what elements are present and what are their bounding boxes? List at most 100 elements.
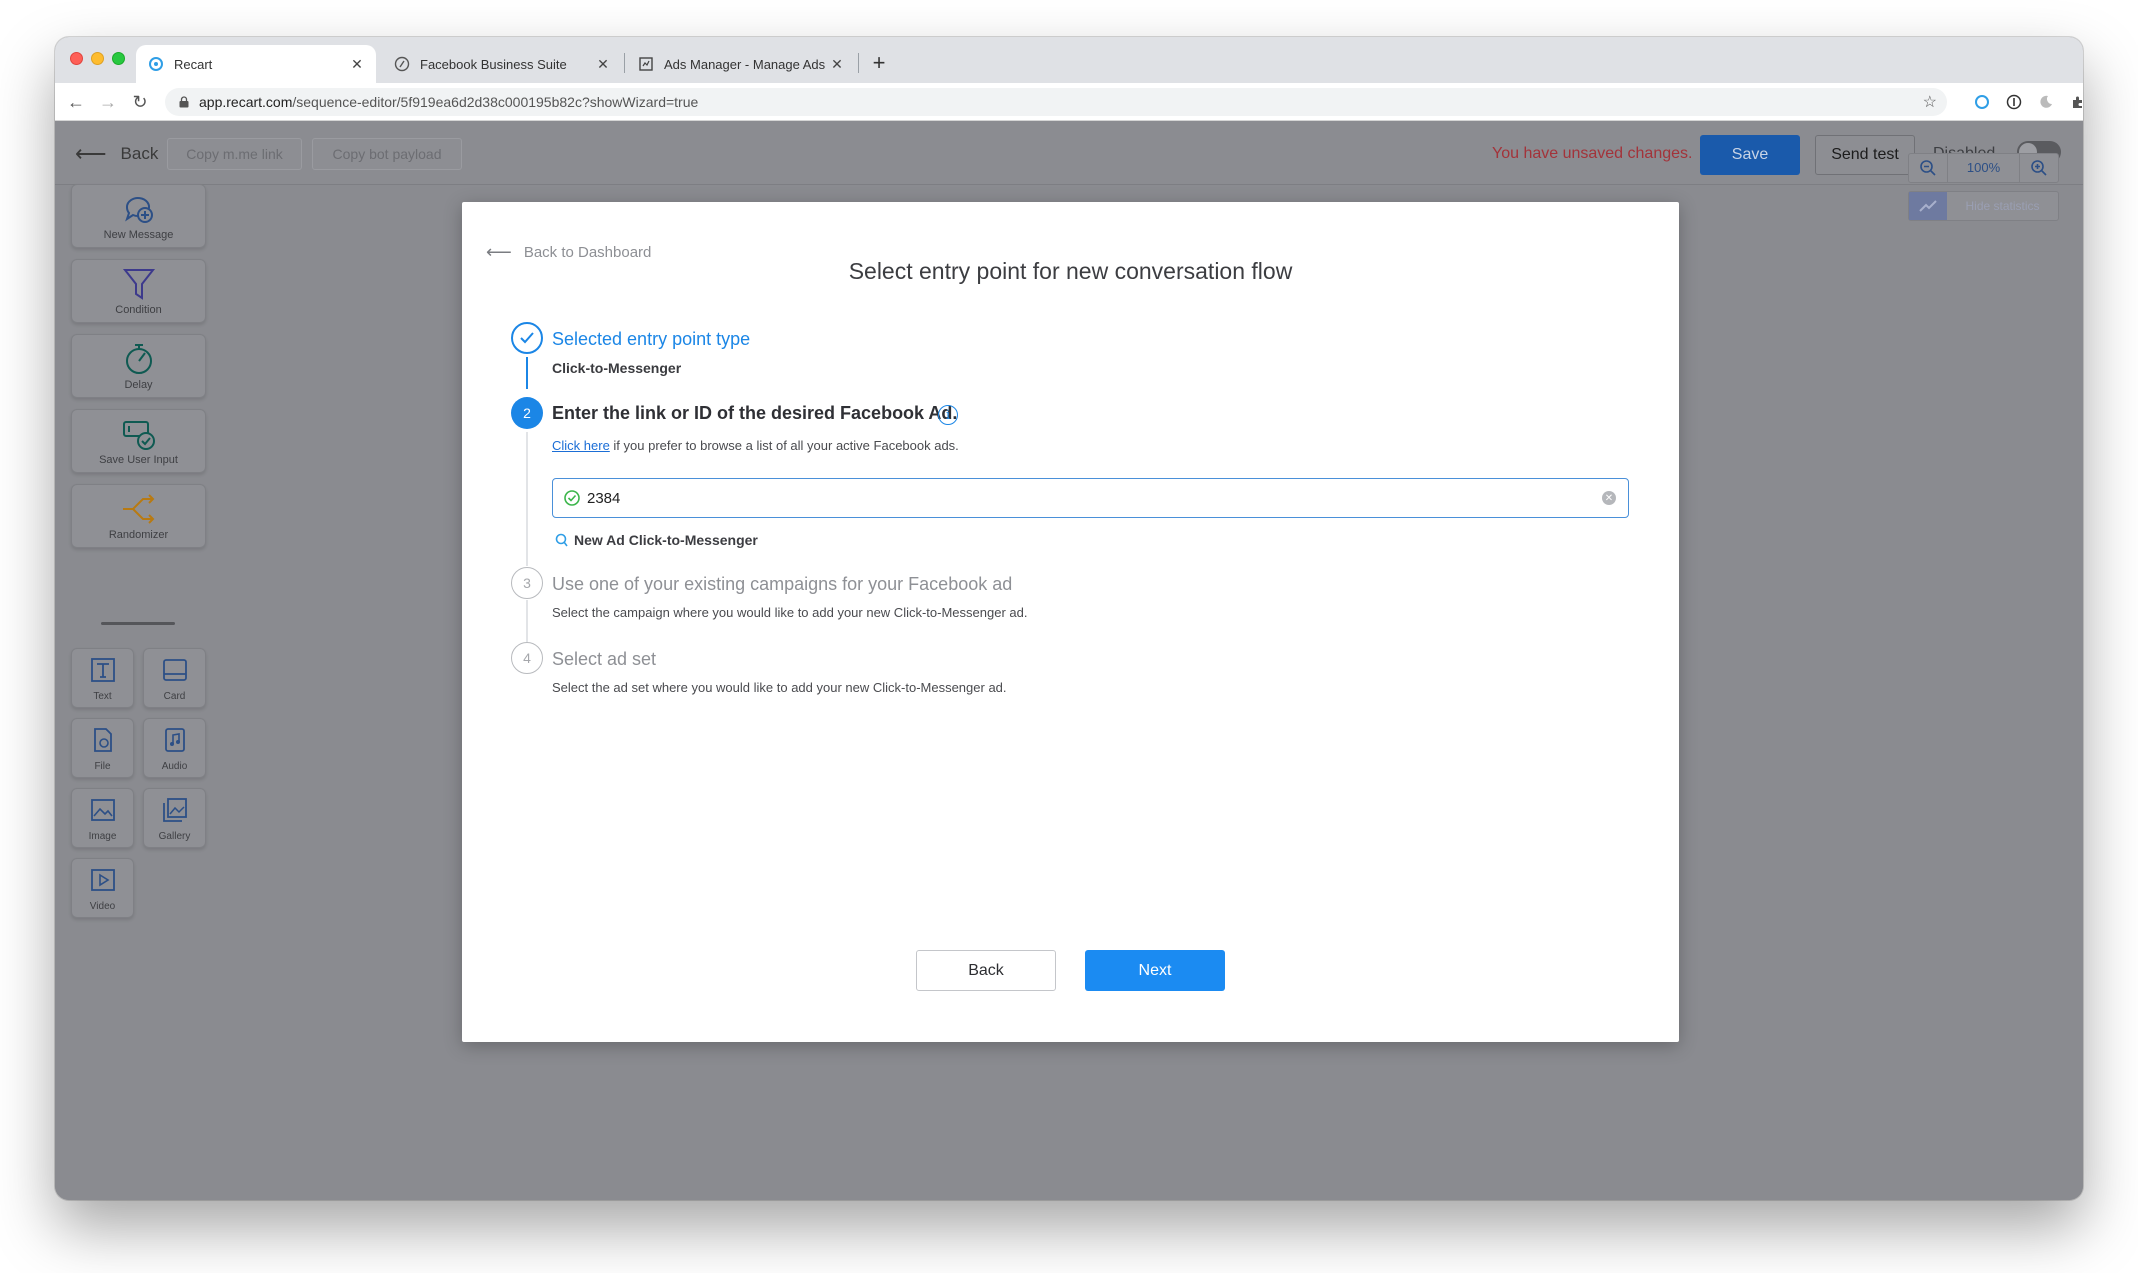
ad-result: New Ad Click-to-Messenger	[554, 532, 758, 548]
step-connector	[526, 600, 528, 642]
palette-label: Save User Input	[99, 454, 178, 466]
editor-header: ⟵ Back Copy m.me link Copy bot payload Y…	[55, 121, 2083, 185]
palette-label: File	[94, 761, 111, 772]
tab-title: Facebook Business Suite	[420, 56, 567, 72]
browser-toolbar: ← → ↻ app.recart.com/sequence-editor/5f9…	[55, 83, 2083, 121]
new-tab-button[interactable]: +	[863, 45, 895, 83]
step-3-number: 3	[511, 567, 543, 599]
clear-input-icon[interactable]: ✕	[1602, 491, 1616, 505]
url-text: app.recart.com/sequence-editor/5f919ea6d…	[199, 94, 698, 110]
address-bar[interactable]: app.recart.com/sequence-editor/5f919ea6d…	[165, 88, 1947, 116]
palette-label: Card	[163, 691, 186, 702]
text-icon	[90, 658, 115, 682]
new-message-icon	[124, 197, 153, 223]
reload-icon[interactable]: ↻	[129, 91, 151, 113]
palette-label: Text	[93, 691, 112, 702]
info-extension-icon[interactable]	[2004, 92, 2024, 112]
ad-id-input[interactable]	[587, 489, 1602, 507]
palette-randomizer[interactable]: Randomizer	[71, 484, 206, 548]
step-1-check	[511, 322, 543, 354]
back-arrow-icon: ⟵	[75, 141, 107, 166]
wizard-next-button[interactable]: Next	[1085, 950, 1225, 991]
save-button[interactable]: Save	[1700, 135, 1800, 175]
url-host: app.recart.com	[199, 94, 293, 110]
timer-icon	[125, 344, 152, 374]
tab-recart[interactable]: Recart ✕	[136, 45, 376, 83]
zoom-control: 100%	[1908, 153, 2059, 183]
ads-manager-icon	[639, 57, 653, 71]
tab-title: Recart	[174, 56, 213, 72]
forward-arrow-icon[interactable]: →	[97, 91, 119, 113]
close-icon[interactable]: ✕	[348, 56, 366, 73]
step-4-subtitle: Select the ad set where you would like t…	[552, 680, 1007, 695]
copy-bot-payload-button[interactable]: Copy bot payload	[312, 138, 462, 170]
palette-text[interactable]: Text	[71, 648, 134, 708]
zoom-level: 100%	[1947, 154, 2020, 182]
facebook-business-icon	[394, 56, 410, 72]
minimize-window-button[interactable]	[91, 52, 104, 65]
step-2-title: Enter the link or ID of the desired Face…	[552, 403, 958, 423]
tab-ads-manager[interactable]: Ads Manager - Manage Ads - A ✕	[626, 45, 856, 83]
sequence-editor: ⟵ Back Copy m.me link Copy bot payload Y…	[55, 121, 2083, 1200]
url-path: /sequence-editor/5f919ea6d2d38c000195b82…	[292, 94, 699, 110]
split-icon	[122, 494, 154, 524]
funnel-icon	[122, 269, 155, 300]
send-test-button[interactable]: Send test	[1815, 135, 1915, 175]
palette-save-user-input[interactable]: Save User Input	[71, 409, 206, 473]
close-window-button[interactable]	[70, 52, 83, 65]
step-2-subtitle-text: if you prefer to browse a list of all yo…	[609, 438, 959, 453]
file-icon	[93, 728, 112, 752]
palette-audio[interactable]: Audio	[143, 718, 206, 778]
puzzle-extension-icon[interactable]	[2068, 92, 2083, 112]
bookmark-star-icon[interactable]: ☆	[1923, 92, 1937, 112]
palette-card[interactable]: Card	[143, 648, 206, 708]
palette-label: Randomizer	[108, 529, 169, 541]
step-4-number: 4	[511, 642, 543, 674]
palette-video[interactable]: Video	[71, 858, 134, 918]
palette-file[interactable]: File	[71, 718, 134, 778]
recart-icon	[555, 533, 568, 547]
recart-icon	[149, 57, 163, 71]
info-icon[interactable]: i	[938, 405, 958, 425]
zoom-in-icon[interactable]	[2020, 154, 2058, 182]
maximize-window-button[interactable]	[112, 52, 125, 65]
palette-new-message[interactable]: New Message	[71, 184, 206, 248]
palette-image[interactable]: Image	[71, 788, 134, 848]
lock-icon	[179, 96, 189, 108]
close-icon[interactable]: ✕	[828, 56, 846, 73]
back-arrow-icon[interactable]: ←	[65, 91, 87, 113]
hide-statistics-button[interactable]: Hide statistics	[1908, 191, 2059, 221]
step-3-title: Use one of your existing campaigns for y…	[552, 574, 1013, 594]
step-2-number: 2	[511, 397, 543, 429]
save-input-icon	[122, 421, 155, 450]
palette-label: Video	[89, 901, 116, 912]
recart-extension-icon[interactable]	[1972, 92, 1992, 112]
tab-facebook-business-suite[interactable]: Facebook Business Suite ✕	[382, 45, 622, 83]
unsaved-changes-text: You have unsaved changes.	[1492, 145, 1693, 162]
tab-strip: Recart ✕ Facebook Business Suite ✕ Ads M…	[55, 37, 2083, 83]
trend-icon	[1909, 192, 1947, 220]
palette-condition[interactable]: Condition	[71, 259, 206, 323]
wizard-back-button[interactable]: Back	[916, 950, 1056, 991]
palette-label: Image	[88, 831, 117, 842]
checkmark-icon	[520, 332, 534, 344]
hide-statistics-label: Hide statistics	[1965, 199, 2040, 213]
modal-title: Select entry point for new conversation …	[848, 258, 1293, 284]
palette-label: Audio	[161, 761, 188, 772]
palette-label: Gallery	[158, 831, 191, 842]
palette-delay[interactable]: Delay	[71, 334, 206, 398]
browse-ads-link[interactable]: Click here	[552, 438, 610, 453]
browser-window: Recart ✕ Facebook Business Suite ✕ Ads M…	[55, 37, 2083, 1200]
moon-extension-icon[interactable]	[2036, 92, 2056, 112]
step-connector	[526, 432, 528, 566]
palette-label: New Message	[103, 229, 174, 241]
header-back-button[interactable]: ⟵ Back	[75, 141, 158, 167]
gallery-icon	[162, 798, 187, 822]
palette-gallery[interactable]: Gallery	[143, 788, 206, 848]
zoom-out-icon[interactable]	[1909, 154, 1947, 182]
close-icon[interactable]: ✕	[594, 56, 612, 73]
copy-mme-link-button[interactable]: Copy m.me link	[167, 138, 302, 170]
palette-label: Delay	[124, 379, 153, 391]
ad-id-input-wrapper: ✕	[552, 478, 1629, 518]
entry-point-wizard-modal: ⟵ Back to Dashboard Select entry point f…	[462, 202, 1679, 1042]
